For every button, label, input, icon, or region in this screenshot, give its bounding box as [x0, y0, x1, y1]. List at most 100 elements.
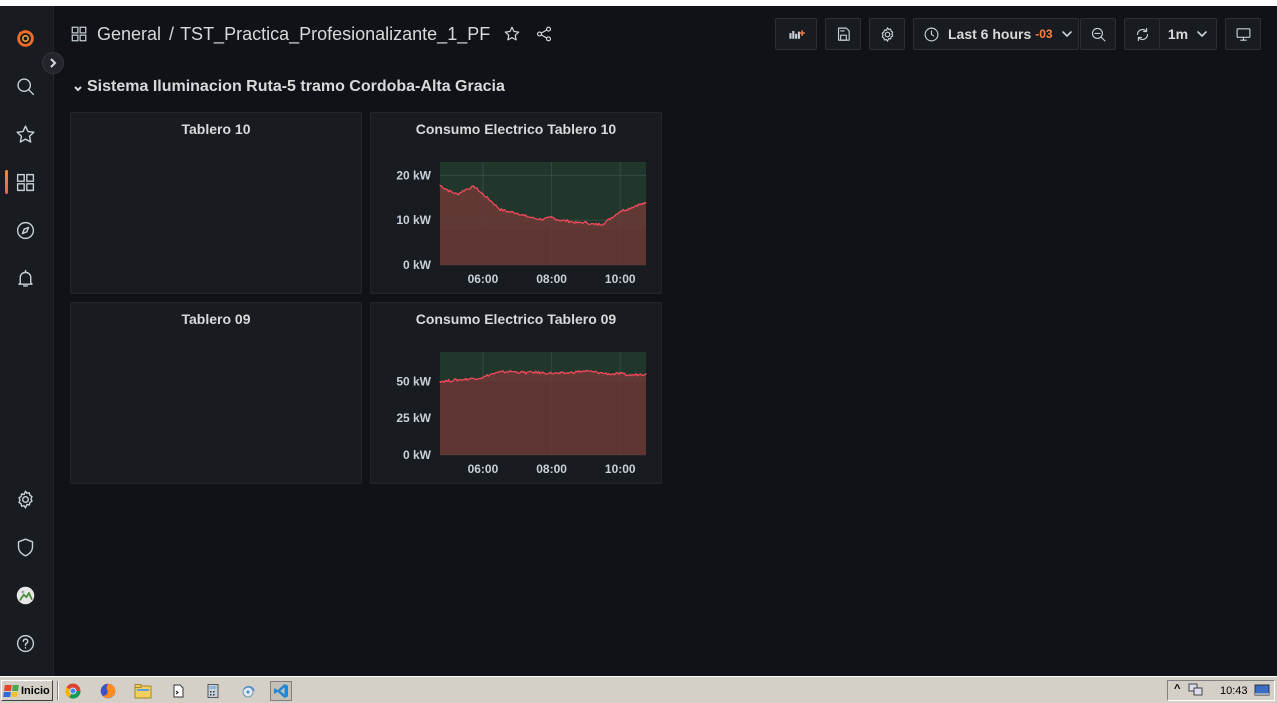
chevron-down-icon: [1197, 31, 1207, 37]
data-point: [611, 216, 613, 219]
panel-title[interactable]: Tablero 10: [71, 121, 361, 137]
x-tick-label: 08:00: [536, 272, 567, 286]
search-icon[interactable]: [11, 72, 39, 100]
network-tool-icon[interactable]: [237, 681, 259, 701]
data-point: [525, 372, 527, 374]
panel-consumo-tablero-09[interactable]: Consumo Electrico Tablero 09 0 kW 25 kW 50…: [370, 302, 662, 484]
zoom-out-button[interactable]: [1080, 18, 1116, 50]
data-point: [568, 220, 570, 222]
x-tick-label: 06:00: [468, 272, 499, 286]
y-tick-label: 0 kW: [403, 448, 432, 462]
refresh-interval-picker[interactable]: 1m: [1159, 18, 1217, 50]
start-label: Inicio: [21, 684, 50, 697]
breadcrumb-folder[interactable]: General: [97, 24, 161, 45]
explore-compass-icon[interactable]: [11, 216, 39, 244]
cmd-icon[interactable]: [168, 681, 190, 701]
data-point: [447, 380, 450, 382]
series-area: [440, 370, 646, 455]
data-point: [542, 218, 544, 220]
active-indicator: [5, 170, 8, 194]
start-button[interactable]: Inicio: [1, 680, 53, 701]
help-icon[interactable]: [11, 629, 39, 657]
alerting-bell-icon[interactable]: [11, 264, 39, 292]
dashboards-icon[interactable]: [11, 168, 39, 196]
data-point: [602, 223, 604, 225]
data-point: [619, 210, 621, 212]
data-point: [628, 207, 630, 210]
data-point: [576, 371, 578, 373]
user-avatar-icon[interactable]: [11, 581, 39, 609]
firefox-icon[interactable]: [97, 681, 119, 701]
grafana-app: General / TST_Practica_Profesionalizante…: [0, 6, 1277, 676]
data-point: [499, 208, 501, 211]
chevron-down-icon: [72, 81, 84, 93]
data-point: [508, 370, 510, 373]
save-dashboard-button[interactable]: [825, 18, 861, 50]
data-point: [508, 211, 510, 213]
network-status-icon[interactable]: [1188, 683, 1204, 700]
data-point: [559, 219, 561, 221]
x-tick-label: 08:00: [536, 462, 567, 476]
y-tick-label: 25 kW: [396, 411, 431, 425]
calculator-icon[interactable]: [202, 681, 224, 701]
y-tick-label: 50 kW: [396, 374, 431, 388]
dashboard-row-toggle[interactable]: Sistema Iluminacion Ruta-5 tramo Cordoba…: [72, 78, 505, 96]
expand-sidebar-button[interactable]: [42, 52, 64, 74]
time-range-picker[interactable]: Last 6 hours -03: [913, 18, 1079, 50]
data-point: [439, 380, 441, 383]
timeseries-chart[interactable]: 0 kW 10 kW 20 kW 06:00 08:00 10:00: [371, 113, 663, 295]
data-point: [482, 193, 484, 195]
data-point: [550, 372, 553, 374]
data-point: [516, 212, 518, 214]
data-point: [628, 374, 630, 376]
system-tray: ^ 10:43: [1167, 680, 1275, 701]
panel-title[interactable]: Tablero 09: [71, 311, 361, 327]
mark-favorite-star-icon[interactable]: [502, 24, 522, 44]
data-point: [473, 186, 475, 188]
panel-tablero-10[interactable]: Tablero 10: [70, 112, 362, 294]
row-title: Sistema Iluminacion Ruta-5 tramo Cordoba…: [87, 78, 505, 95]
show-hidden-icons-arrow-icon[interactable]: ^: [1174, 683, 1180, 695]
data-point: [533, 371, 536, 373]
show-desktop-icon[interactable]: [1254, 684, 1270, 700]
panel-consumo-tablero-10[interactable]: Consumo Electrico Tablero 10 0 kW 10 kW 20…: [370, 112, 662, 294]
chrome-icon[interactable]: [62, 681, 84, 701]
data-point: [611, 373, 613, 375]
y-tick-label: 10 kW: [396, 213, 431, 227]
cycle-view-mode-button[interactable]: [1225, 18, 1261, 50]
configuration-gear-icon[interactable]: [11, 485, 39, 513]
file-explorer-icon[interactable]: [132, 681, 154, 701]
data-point: [482, 376, 484, 378]
data-point: [559, 372, 561, 375]
data-point: [585, 221, 587, 224]
chevron-down-icon: [1061, 31, 1072, 37]
timeseries-chart[interactable]: 0 kW 25 kW 50 kW 06:00 08:00 10:00: [371, 303, 663, 485]
grafana-logo-icon[interactable]: [11, 24, 39, 52]
vscode-icon[interactable]: [270, 681, 292, 701]
data-point: [447, 190, 450, 192]
data-point: [568, 372, 570, 374]
starred-icon[interactable]: [11, 120, 39, 148]
sidebar: [0, 6, 54, 676]
data-point: [525, 215, 527, 217]
add-panel-button[interactable]: [775, 18, 817, 50]
clock[interactable]: 10:43: [1220, 685, 1248, 697]
timezone-label: -03: [1035, 27, 1053, 41]
refresh-dashboard-button[interactable]: [1124, 18, 1160, 50]
data-point: [516, 371, 518, 373]
data-point: [499, 371, 501, 373]
data-point: [473, 377, 475, 380]
dashboard-settings-button[interactable]: [869, 18, 905, 50]
share-dashboard-icon[interactable]: [534, 24, 554, 44]
data-point: [456, 193, 458, 195]
dashboard-title[interactable]: TST_Practica_Profesionalizante_1_PF: [180, 24, 490, 45]
clock-icon: [924, 27, 939, 41]
panel-tablero-09[interactable]: Tablero 09: [70, 302, 362, 484]
data-point: [619, 373, 621, 375]
breadcrumb: General / TST_Practica_Profesionalizante…: [70, 22, 554, 46]
dashboards-grid-icon: [70, 25, 88, 43]
server-admin-shield-icon[interactable]: [11, 533, 39, 561]
x-tick-label: 10:00: [605, 272, 636, 286]
time-range-label: Last 6 hours: [948, 26, 1032, 42]
data-point: [593, 224, 596, 226]
